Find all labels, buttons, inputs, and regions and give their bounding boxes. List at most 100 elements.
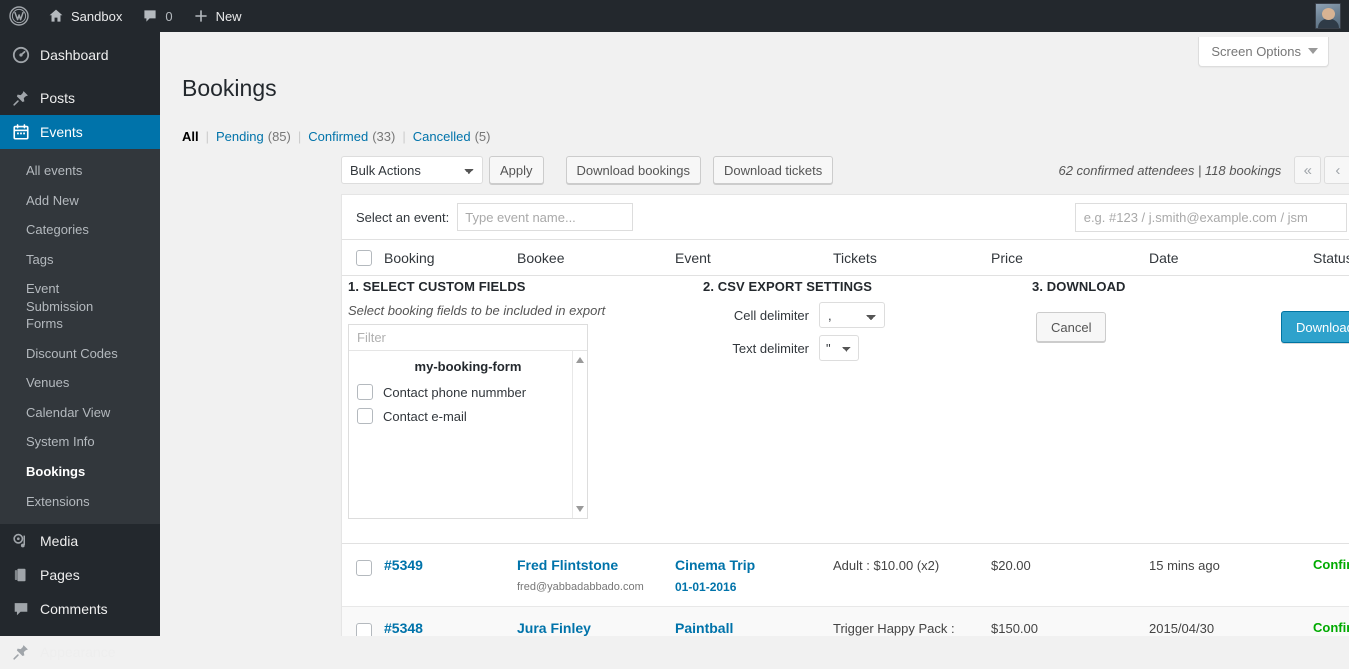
pin-icon [11, 88, 31, 108]
sidebar-item-dashboard[interactable]: Dashboard [0, 38, 160, 72]
prev-page-button[interactable]: ‹ [1324, 156, 1349, 184]
filter-link-pending[interactable]: Pending [216, 129, 264, 144]
filter-link-confirmed-wrap: Confirmed (33) [308, 129, 395, 144]
cell-bookee: Fred Flintstone fred@yabbadabbado.com [517, 557, 675, 594]
comments-button[interactable]: 0 [132, 0, 182, 32]
filter-count-confirmed: (33) [372, 129, 396, 144]
filter-count-pending: (85) [267, 129, 291, 144]
row-checkbox[interactable] [356, 622, 372, 636]
table-row[interactable]: #5348 6GH10476R36413625 Jura Finley jura… [342, 607, 1349, 636]
sidebar-item-label: Appearance [40, 644, 116, 661]
bulk-actions-select[interactable]: Bulk Actions [341, 156, 483, 184]
field-item-contact-email[interactable]: Contact e-mail [349, 404, 587, 428]
cell-price: $20.00 [991, 558, 1031, 573]
sidebar-subitem-calendar-view[interactable]: Calendar View [0, 398, 160, 428]
text-delimiter-row: Text delimiter " [697, 335, 859, 361]
filter-link-confirmed[interactable]: Confirmed [308, 129, 368, 144]
cell-tickets: Adult : $10.00 (x2) [833, 558, 940, 573]
filter-link-cancelled[interactable]: Cancelled [413, 129, 471, 144]
dashboard-icon [11, 45, 31, 65]
bookee-name-link[interactable]: Jura Finley [517, 620, 675, 636]
booking-id-link[interactable]: #5349 [384, 557, 517, 574]
sidebar-item-pages[interactable]: Pages [0, 558, 160, 592]
download-button[interactable]: Download [1281, 311, 1349, 343]
sidebar-subitem-bookings[interactable]: Bookings [0, 457, 160, 487]
filter-separator: | [205, 129, 210, 144]
admin-sidebar: Dashboard Posts Events All events Add Ne… [0, 32, 168, 660]
sidebar-item-appearance[interactable]: Appearance [0, 635, 160, 669]
column-header-event[interactable]: Event [675, 250, 833, 266]
event-name-link[interactable]: Paintball [675, 620, 833, 636]
pagination: 62 confirmed attendees | 118 bookings « … [1058, 156, 1349, 184]
export-step2-heading: 2. CSV EXPORT SETTINGS [703, 279, 873, 294]
sidebar-item-media[interactable]: Media [0, 524, 160, 558]
sidebar-subitem-discount-codes[interactable]: Discount Codes [0, 339, 160, 369]
export-step1-subtitle: Select booking fields to be included in … [348, 303, 606, 318]
pages-icon [11, 565, 31, 585]
export-step1-heading: 1. SELECT CUSTOM FIELDS [348, 279, 526, 294]
cell-booking: #5348 6GH10476R36413625 [384, 620, 517, 636]
avatar[interactable] [1315, 3, 1341, 29]
new-content-button[interactable]: New [183, 0, 252, 32]
apply-button[interactable]: Apply [489, 156, 544, 184]
csv-export-panel: 1. SELECT CUSTOM FIELDS Select booking f… [342, 276, 1349, 544]
search-input[interactable] [1074, 202, 1347, 232]
sidebar-subitem-add-new[interactable]: Add New [0, 186, 160, 216]
select-all-checkbox[interactable] [356, 250, 372, 267]
field-checkbox[interactable] [357, 408, 373, 424]
cell-booking: #5349 [384, 557, 517, 574]
row-select-cell [356, 620, 384, 636]
cell-delimiter-select[interactable]: , [819, 302, 885, 328]
site-name-button[interactable]: Sandbox [38, 0, 132, 32]
main-content: Screen Options Bookings All | Pending (8… [160, 32, 1349, 636]
table-navigation-top: Bulk Actions Apply Download bookings Dow… [341, 152, 1349, 188]
row-checkbox[interactable] [356, 559, 372, 576]
column-header-price[interactable]: Price [991, 250, 1149, 266]
sidebar-item-posts[interactable]: Posts [0, 81, 160, 115]
comment-bubble-icon [144, 10, 156, 22]
column-header-bookee[interactable]: Bookee [517, 250, 675, 266]
field-item-contact-phone[interactable]: Contact phone nummber [349, 380, 587, 404]
sidebar-subitem-all-events[interactable]: All events [0, 156, 160, 186]
sidebar-item-label: Comments [40, 601, 108, 618]
event-date[interactable]: 01-01-2016 [675, 581, 833, 594]
field-filter-input[interactable] [349, 325, 587, 351]
column-header-tickets[interactable]: Tickets [833, 250, 991, 266]
filter-link-all[interactable]: All [182, 129, 199, 144]
filter-link-cancelled-wrap: Cancelled (5) [413, 129, 491, 144]
first-page-button[interactable]: « [1294, 156, 1322, 184]
sidebar-item-events[interactable]: Events [0, 115, 168, 149]
field-checkbox[interactable] [357, 384, 373, 400]
download-tickets-button[interactable]: Download tickets [713, 156, 834, 184]
download-bookings-button[interactable]: Download bookings [565, 156, 701, 184]
scroll-down-arrow-icon[interactable] [576, 506, 584, 512]
page-title: Bookings [182, 75, 277, 101]
cell-delimiter-row: Cell delimiter , [697, 302, 885, 328]
plus-icon [194, 10, 207, 22]
sidebar-subitem-event-submission-forms[interactable]: Event Submission Forms [0, 274, 160, 339]
column-header-booking[interactable]: Booking [384, 250, 517, 266]
column-header-status[interactable]: Status [1313, 250, 1349, 266]
sidebar-item-comments[interactable]: Comments [0, 592, 160, 626]
cancel-button[interactable]: Cancel [1036, 312, 1107, 342]
wordpress-logo-button[interactable] [0, 0, 38, 32]
cell-tickets: Trigger Happy Pack : $150.00 [833, 621, 955, 636]
table-row[interactable]: #5349 Fred Flintstone fred@yabbadabbado.… [342, 544, 1349, 607]
sidebar-subitem-categories[interactable]: Categories [0, 215, 160, 245]
scroll-up-arrow-icon[interactable] [576, 357, 584, 363]
sidebar-subitem-system-info[interactable]: System Info [0, 427, 160, 457]
text-delimiter-select[interactable]: " [819, 335, 859, 361]
sidebar-subitem-tags[interactable]: Tags [0, 245, 160, 275]
column-header-date[interactable]: Date [1149, 250, 1313, 266]
booking-id-link[interactable]: #5348 [384, 620, 517, 636]
cell-bookee: Jura Finley jurafinley@example.com [517, 620, 675, 636]
cell-date: 2015/04/30 [1149, 621, 1215, 636]
event-name-link[interactable]: Cinema Trip [675, 557, 833, 574]
event-name-input[interactable] [457, 203, 634, 231]
screen-options-button[interactable]: Screen Options [1198, 37, 1329, 67]
fields-scrollbar[interactable] [572, 351, 587, 518]
bookee-name-link[interactable]: Fred Flintstone [517, 557, 675, 574]
sidebar-subitem-venues[interactable]: Venues [0, 368, 160, 398]
custom-fields-list: my-booking-form Contact phone nummber Co… [349, 351, 587, 518]
sidebar-subitem-extensions[interactable]: Extensions [0, 487, 160, 517]
